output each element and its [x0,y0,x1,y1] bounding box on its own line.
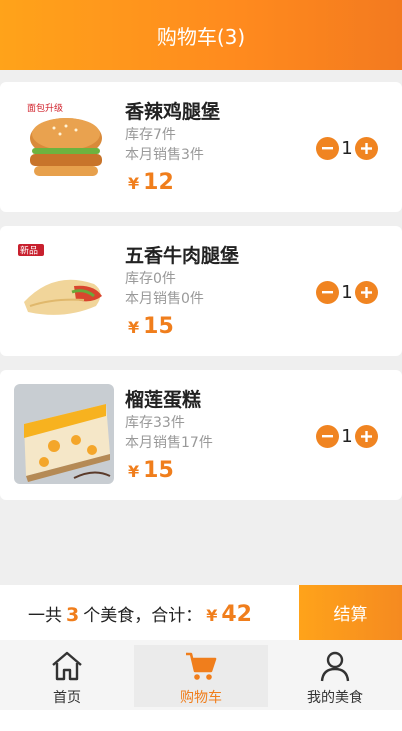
summary-count: 3 [66,604,80,626]
plus-icon [361,430,372,442]
plus-icon [361,286,372,298]
user-icon [320,651,350,682]
checkout-button[interactable]: 结算 [299,585,402,640]
quantity-value: 1 [341,137,353,159]
decrease-button[interactable] [316,424,339,448]
item-price-value: 15 [143,458,174,483]
tab-cart[interactable]: 购物车 [134,645,268,707]
durian-cake-image [14,384,114,484]
item-price: ¥15 [128,314,174,339]
cart-item-1: 面包升级 香辣鸡腿堡 库存7件 本月销售3件 ¥12 1 [0,82,402,212]
item-name: 榴莲蛋糕 [125,389,202,411]
cart-icon [186,652,217,680]
yen-symbol: ¥ [128,318,140,337]
cart-item-3: 榴莲蛋糕 库存33件 本月销售17件 ¥15 1 [0,370,402,500]
summary-middle: 个美食，合计： [83,606,203,626]
item-name: 五香牛肉腿堡 [125,245,240,267]
item-stock: 库存33件 [125,415,185,431]
item-stock: 库存7件 [125,127,176,143]
item-name: 香辣鸡腿堡 [125,101,221,123]
quantity-value: 1 [341,281,353,303]
minus-icon [322,290,333,293]
summary-total-value: 42 [221,602,252,627]
summary-prefix: 一共 [28,606,62,626]
quantity-stepper: 1 [316,424,378,448]
spicy-chicken-burger-image: 面包升级 [14,96,114,196]
bottom-safe-area [0,710,402,731]
badge-text: 新品 [20,245,38,257]
tab-my-food[interactable]: 我的美食 [268,645,402,707]
item-price: ¥12 [128,170,174,195]
decrease-button[interactable] [316,136,339,160]
page-title: 购物车(3) [156,24,246,49]
item-stock: 库存0件 [125,271,176,287]
badge-text: 面包升级 [27,102,63,114]
quantity-stepper: 1 [316,136,378,160]
minus-icon [322,146,333,149]
minus-icon [322,434,333,437]
item-price-value: 15 [143,314,174,339]
checkout-label: 结算 [333,605,368,625]
cart-summary-bar: 一共 3 个美食，合计： ¥42 结算 [0,585,402,640]
increase-button[interactable] [355,424,378,448]
quantity-stepper: 1 [316,280,378,304]
quantity-value: 1 [341,425,353,447]
increase-button[interactable] [355,280,378,304]
tab-my-food-label: 我的美食 [307,690,363,706]
increase-button[interactable] [355,136,378,160]
decrease-button[interactable] [316,280,339,304]
item-monthly-sales: 本月销售3件 [125,147,204,163]
tab-home-label: 首页 [53,690,81,706]
item-monthly-sales: 本月销售17件 [125,435,213,451]
header-bar: 购物车(3) [0,0,402,70]
yen-symbol: ¥ [206,606,218,625]
cart-item-2: 新品 五香牛肉腿堡 库存0件 本月销售0件 ¥15 1 [0,226,402,356]
spiced-beef-wrap-image: 新品 [14,240,114,340]
item-price: ¥15 [128,458,174,483]
item-monthly-sales: 本月销售0件 [125,291,204,307]
cart-summary: 一共 3 个美食，合计： ¥42 [28,601,252,627]
yen-symbol: ¥ [128,462,140,481]
tab-home[interactable]: 首页 [0,645,134,707]
bottom-tab-bar: 首页 购物车 我的美食 [0,640,402,710]
plus-icon [361,142,372,154]
item-price-value: 12 [143,170,174,195]
home-icon [52,651,82,681]
summary-total: ¥42 [206,602,252,627]
tab-cart-label: 购物车 [180,690,222,706]
yen-symbol: ¥ [128,174,140,193]
